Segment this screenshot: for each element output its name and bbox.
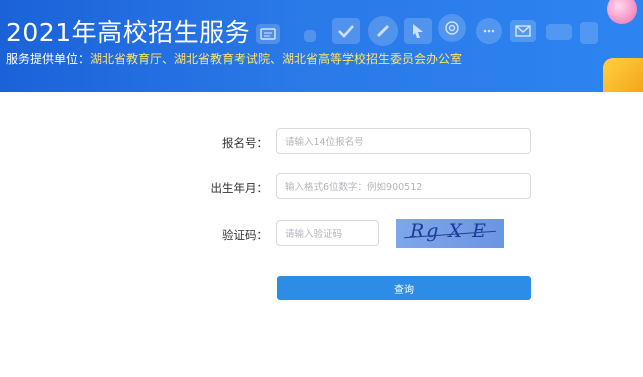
service-providers-units: 湖北省教育厅、湖北省教育考试院、湖北省高等学校招生委员会办公室 <box>90 52 463 66</box>
square-icon <box>304 30 316 42</box>
checkmark-icon <box>332 18 360 44</box>
pointer-icon <box>404 18 432 44</box>
captcha-input[interactable]: 请输入验证码 <box>276 220 379 246</box>
service-providers: 服务提供单位：湖北省教育厅、湖北省教育考试院、湖北省高等学校招生委员会办公室 <box>6 50 462 67</box>
card-icon <box>580 22 598 44</box>
chat-icon <box>476 18 502 44</box>
captcha-text: Rg X E <box>410 220 488 242</box>
birth-input[interactable]: 输入格式6位数字：例如900512 <box>276 173 531 199</box>
keyboard-icon <box>546 24 572 40</box>
folder-icon <box>603 58 643 92</box>
pen-icon <box>368 16 398 46</box>
captcha-image[interactable]: Rg X E <box>396 219 504 248</box>
query-button[interactable]: 查询 <box>277 276 531 300</box>
service-providers-label: 服务提供单位： <box>6 52 91 66</box>
document-icon <box>256 24 280 44</box>
reg-number-label: 报名号： <box>222 136 268 150</box>
birth-label: 出生年月： <box>210 181 269 195</box>
page-title: 2021年高校招生服务 <box>6 18 251 47</box>
reg-number-input[interactable]: 请输入14位报名号 <box>276 128 531 154</box>
captcha-label: 验证码： <box>222 228 268 242</box>
mail-icon <box>510 20 536 42</box>
at-icon <box>438 14 466 42</box>
header-banner: 2021年高校招生服务 服务提供单位：湖北省教育厅、湖北省教育考试院、湖北省高等… <box>0 0 643 92</box>
ball-icon <box>607 0 637 24</box>
